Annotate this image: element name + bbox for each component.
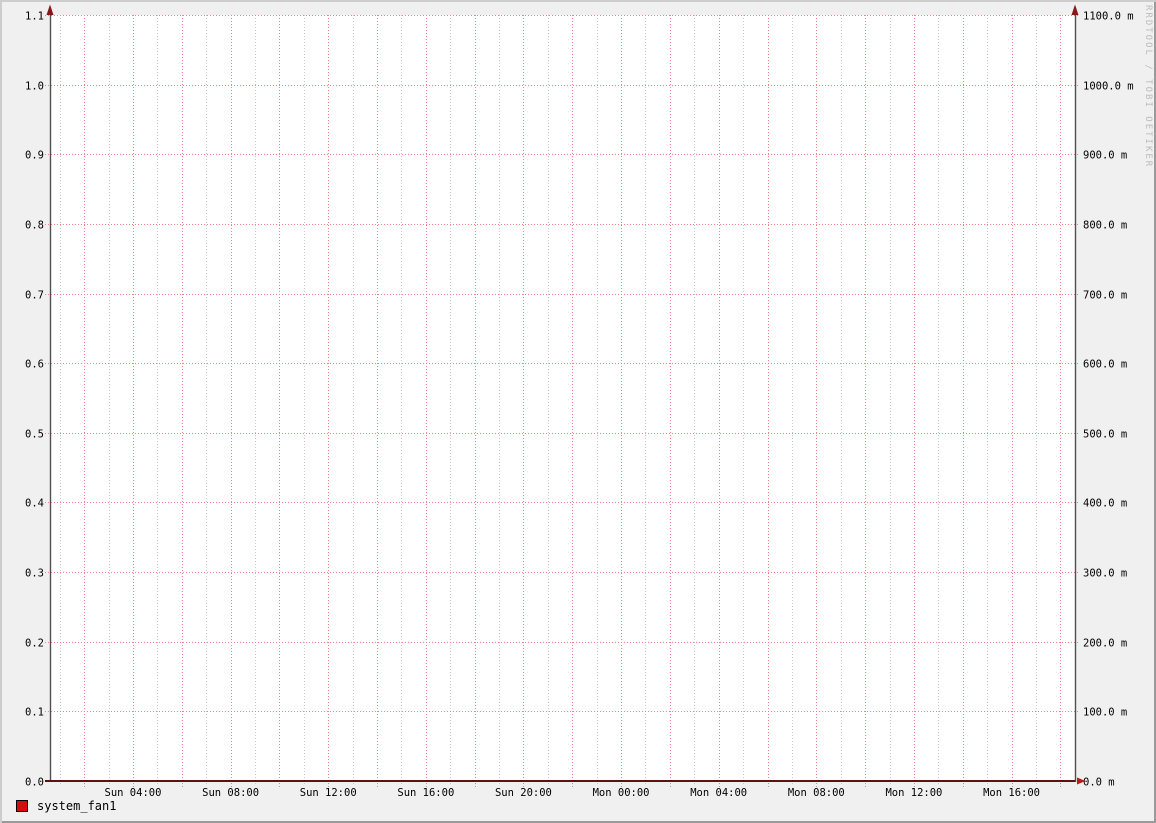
y-right-tick-label: 0.0 m — [1083, 777, 1115, 789]
y-left-tick-label: 0.5 — [25, 429, 44, 441]
x-tick-label: Sun 20:00 — [495, 787, 552, 799]
chart-canvas: 0.0 0.0 m 0.1 100.0 m 0.2 200.0 m 0.3 300.0 m 0.… — [25, 4, 1134, 799]
x-tick-label: Mon 16:00 — [983, 787, 1040, 799]
x-tick-label: Sun 04:00 — [105, 787, 162, 799]
y-left-tick-label: 0.8 — [25, 220, 44, 232]
x-tick-label: Sun 16:00 — [397, 787, 454, 799]
y-right-tick-label: 300.0 m — [1083, 568, 1127, 580]
x-tick-label: Sun 12:00 — [300, 787, 357, 799]
y-left-tick-label: 0.7 — [25, 290, 44, 302]
x-tick-label: Sun 08:00 — [202, 787, 259, 799]
rrdtool-graph: 0.0 0.0 m 0.1 100.0 m 0.2 200.0 m 0.3 300.0 m 0.… — [0, 0, 1156, 823]
x-tick-label: Mon 08:00 — [788, 787, 845, 799]
x-tick-label: Mon 00:00 — [593, 787, 650, 799]
y-left-tick-label: 0.2 — [25, 638, 44, 650]
y-right-tick-label: 1000.0 m — [1083, 81, 1134, 93]
watermark: RRDTOOL / TOBI OETIKER — [1143, 5, 1153, 169]
y-left-tick-label: 1.0 — [25, 81, 44, 93]
y-right-tick-label: 400.0 m — [1083, 498, 1127, 510]
y-right-tick-label: 100.0 m — [1083, 707, 1127, 719]
legend: system_fan1 — [16, 799, 116, 813]
x-tick-label: Mon 04:00 — [690, 787, 747, 799]
y-right-tick-label: 800.0 m — [1083, 220, 1127, 232]
x-tick-label: Mon 12:00 — [885, 787, 942, 799]
y-left-tick-label: 0.3 — [25, 568, 44, 580]
legend-label: system_fan1 — [37, 799, 117, 813]
plot-area — [50, 15, 1075, 781]
right-axis-up-arrow-icon — [1071, 4, 1079, 15]
y-right-tick-label: 500.0 m — [1083, 429, 1127, 441]
y-left-tick-label: 0.9 — [25, 150, 44, 162]
y-right-tick-label: 900.0 m — [1083, 150, 1127, 162]
left-axis-up-arrow-icon — [46, 4, 54, 15]
y-right-tick-label: 700.0 m — [1083, 290, 1127, 302]
y-left-tick-label: 0.4 — [25, 498, 44, 510]
y-left-tick-label: 0.1 — [25, 707, 44, 719]
y-right-tick-label: 600.0 m — [1083, 359, 1127, 371]
legend-swatch — [16, 800, 28, 812]
y-right-tick-label: 1100.0 m — [1083, 11, 1134, 23]
y-left-tick-label: 0.0 — [25, 777, 44, 789]
y-left-tick-label: 0.6 — [25, 359, 44, 371]
y-right-tick-label: 200.0 m — [1083, 638, 1127, 650]
y-left-tick-label: 1.1 — [25, 11, 44, 23]
